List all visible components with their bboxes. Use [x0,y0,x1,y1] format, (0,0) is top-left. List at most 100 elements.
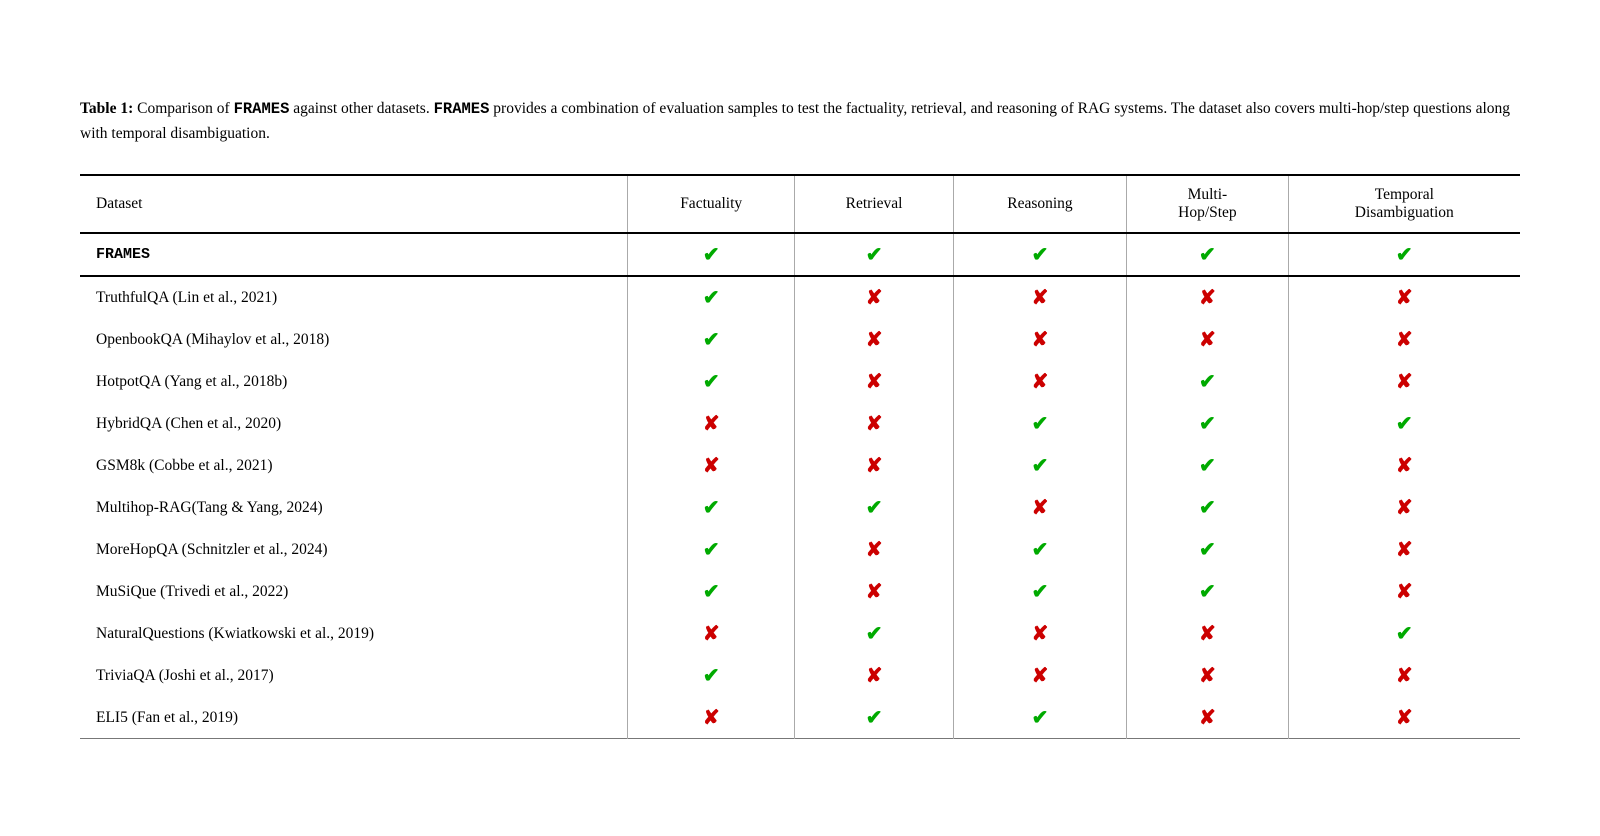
cell-reasoning: ✘ [953,487,1127,529]
cell-factuality: ✔ [627,571,794,613]
check-icon: ✔ [1032,539,1049,561]
cross-icon: ✘ [866,581,883,603]
cell-temporal: ✘ [1288,529,1520,571]
cell-temporal: ✘ [1288,361,1520,403]
table-row: NaturalQuestions (Kwiatkowski et al., 20… [80,613,1520,655]
dataset-name-cell: GSM8k (Cobbe et al., 2021) [80,445,627,487]
cell-factuality: ✔ [627,529,794,571]
cell-multihop: ✔ [1127,529,1288,571]
cell-retrieval: ✔ [795,697,953,739]
check-icon: ✔ [1396,244,1413,266]
check-icon: ✔ [1032,413,1049,435]
check-icon: ✔ [703,287,720,309]
caption-text1: Comparison of [137,100,233,117]
cross-icon: ✘ [1396,665,1413,687]
cell-multihop: ✔ [1127,487,1288,529]
cell-factuality: ✘ [627,613,794,655]
cross-icon: ✘ [703,455,720,477]
cross-icon: ✘ [866,413,883,435]
cross-icon: ✘ [1032,665,1049,687]
check-icon: ✔ [1199,497,1216,519]
cell-retrieval: ✔ [795,487,953,529]
check-icon: ✔ [866,244,883,266]
dataset-name-cell: MoreHopQA (Schnitzler et al., 2024) [80,529,627,571]
cross-icon: ✘ [1396,581,1413,603]
cell-reasoning: ✘ [953,655,1127,697]
cell-reasoning: ✔ [953,697,1127,739]
comparison-table: Dataset Factuality Retrieval Reasoning M… [80,174,1520,739]
table-row: TriviaQA (Joshi et al., 2017)✔ ✘ ✘ ✘ ✘ [80,655,1520,697]
caption-text2: against other datasets. [289,100,433,117]
cell-temporal: ✔ [1288,233,1520,276]
check-icon: ✔ [1199,371,1216,393]
cell-factuality: ✔ [627,655,794,697]
cross-icon: ✘ [1199,623,1216,645]
col-header-multihop: Multi-Hop/Step [1127,175,1288,233]
cross-icon: ✘ [866,329,883,351]
dataset-name-cell: TriviaQA (Joshi et al., 2017) [80,655,627,697]
check-icon: ✔ [866,623,883,645]
cross-icon: ✘ [703,707,720,729]
cell-factuality: ✔ [627,276,794,319]
table-row: HotpotQA (Yang et al., 2018b)✔✘✘✔✘ [80,361,1520,403]
cell-multihop: ✘ [1127,276,1288,319]
check-icon: ✔ [1032,707,1049,729]
cell-factuality: ✔ [627,487,794,529]
cell-retrieval: ✘ [795,655,953,697]
cell-retrieval: ✘ [795,276,953,319]
table-row: HybridQA (Chen et al., 2020)✘✘✔✔✔ [80,403,1520,445]
cell-factuality: ✔ [627,319,794,361]
cell-factuality: ✘ [627,445,794,487]
table-row: MuSiQue (Trivedi et al., 2022)✔✘✔✔✘ [80,571,1520,613]
table-body: FRAMES✔✔✔✔✔TruthfulQA (Lin et al., 2021)… [80,233,1520,739]
check-icon: ✔ [1032,244,1049,266]
cross-icon: ✘ [1032,287,1049,309]
dataset-name-cell: ELI5 (Fan et al., 2019) [80,697,627,739]
table-caption: Table 1: Comparison of FRAMES against ot… [80,97,1520,147]
cell-reasoning: ✔ [953,571,1127,613]
cell-temporal: ✔ [1288,403,1520,445]
cell-multihop: ✘ [1127,319,1288,361]
table-row: Multihop-RAG(Tang & Yang, 2024)✔✔✘✔✘ [80,487,1520,529]
table-row: GSM8k (Cobbe et al., 2021)✘✘✔✔✘ [80,445,1520,487]
dataset-name-cell: NaturalQuestions (Kwiatkowski et al., 20… [80,613,627,655]
cross-icon: ✘ [1032,371,1049,393]
dataset-name-cell: MuSiQue (Trivedi et al., 2022) [80,571,627,613]
check-icon: ✔ [1032,455,1049,477]
cell-temporal: ✘ [1288,487,1520,529]
cell-retrieval: ✔ [795,613,953,655]
cell-retrieval: ✘ [795,403,953,445]
caption-label: Table 1: [80,100,133,117]
check-icon: ✔ [1396,623,1413,645]
cell-reasoning: ✘ [953,361,1127,403]
check-icon: ✔ [866,497,883,519]
cross-icon: ✘ [1396,371,1413,393]
dataset-name-cell: HotpotQA (Yang et al., 2018b) [80,361,627,403]
cross-icon: ✘ [1396,455,1413,477]
page-container: Table 1: Comparison of FRAMES against ot… [80,97,1520,740]
cell-temporal: ✘ [1288,571,1520,613]
cell-temporal: ✘ [1288,445,1520,487]
cell-reasoning: ✔ [953,445,1127,487]
cell-reasoning: ✔ [953,529,1127,571]
cell-reasoning: ✘ [953,276,1127,319]
cell-retrieval: ✘ [795,571,953,613]
cross-icon: ✘ [1396,539,1413,561]
cell-reasoning: ✔ [953,403,1127,445]
cell-reasoning: ✔ [953,233,1127,276]
cell-multihop: ✔ [1127,403,1288,445]
dataset-name-cell: OpenbookQA (Mihaylov et al., 2018) [80,319,627,361]
cross-icon: ✘ [866,665,883,687]
cell-multihop: ✘ [1127,655,1288,697]
cell-temporal: ✘ [1288,655,1520,697]
cell-retrieval: ✘ [795,445,953,487]
cell-temporal: ✘ [1288,319,1520,361]
check-icon: ✔ [703,329,720,351]
cell-retrieval: ✔ [795,233,953,276]
cross-icon: ✘ [703,413,720,435]
cross-icon: ✘ [1032,623,1049,645]
check-icon: ✔ [1396,413,1413,435]
table-row: MoreHopQA (Schnitzler et al., 2024)✔✘✔✔✘ [80,529,1520,571]
cell-factuality: ✘ [627,697,794,739]
col-header-factuality: Factuality [627,175,794,233]
